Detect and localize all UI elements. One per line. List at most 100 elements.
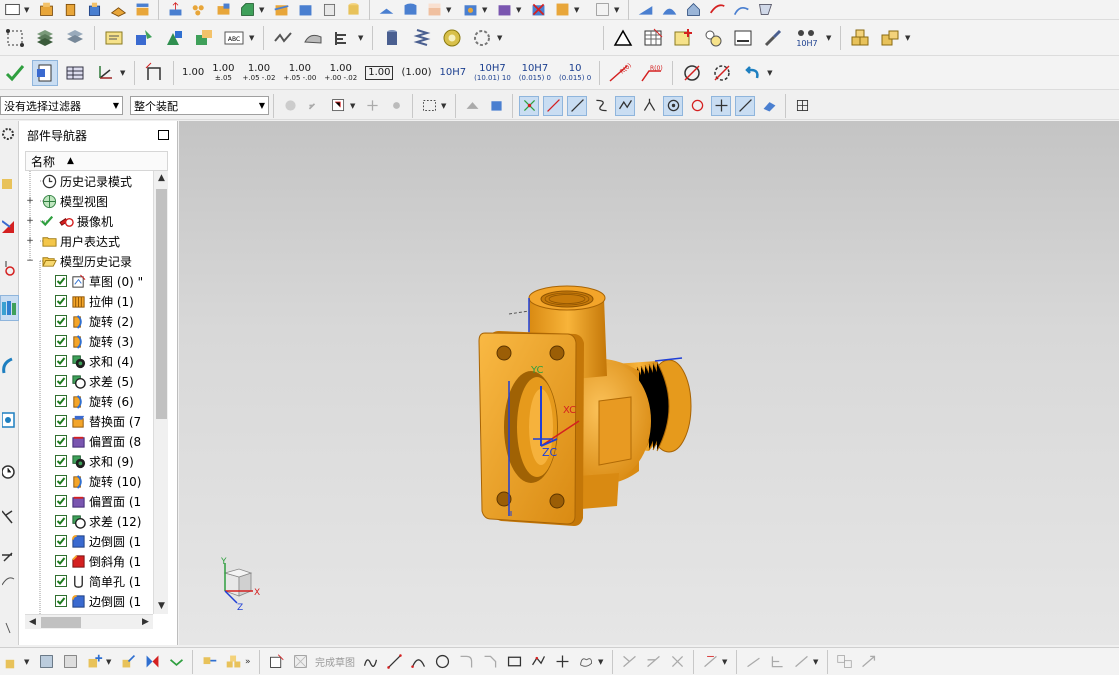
exploded-view-icon[interactable] [199, 652, 219, 672]
component-icon[interactable] [2, 652, 22, 672]
undo-arrow-icon[interactable] [739, 60, 765, 86]
dim-style-tolerance-only[interactable]: 10 (0.015) 0 [559, 63, 591, 82]
feature-checkbox[interactable] [55, 495, 67, 507]
tree-row[interactable]: 旋转 (6) [55, 391, 153, 411]
center-mark-icon[interactable] [330, 25, 356, 51]
auto-constrain-icon[interactable] [791, 652, 811, 672]
scroll-thumb[interactable] [156, 189, 167, 419]
tree-row[interactable]: + 摄像机 [25, 211, 153, 231]
snap-face-icon[interactable] [759, 96, 779, 116]
fillet-icon[interactable] [456, 652, 476, 672]
feature-checkbox[interactable] [55, 295, 67, 307]
dim-style-4[interactable]: 1.00 +.00 -.02 [324, 63, 357, 82]
wave-link-icon[interactable] [60, 652, 80, 672]
chamfer-sketch-icon[interactable] [480, 652, 500, 672]
snap-off-icon[interactable] [362, 96, 382, 116]
select-box-icon[interactable] [328, 96, 348, 116]
offset-surface-icon[interactable] [400, 0, 420, 20]
cube-feature-icon[interactable] [84, 0, 104, 20]
swoosh-surface-icon[interactable] [707, 0, 727, 20]
studio-spline-icon[interactable] [576, 652, 596, 672]
brush-icon[interactable] [760, 25, 786, 51]
dropdown-caret[interactable]: ▼ [767, 69, 775, 77]
diameter-icon[interactable] [679, 60, 705, 86]
sew-icon[interactable] [319, 0, 339, 20]
layer-settings-icon[interactable] [62, 25, 88, 51]
feature-control-frame-icon[interactable] [131, 25, 157, 51]
tree-row[interactable]: 历史记录模式 [25, 171, 153, 191]
more-features-icon[interactable] [592, 0, 612, 20]
tree-row[interactable]: 偏置面 (8 [55, 431, 153, 451]
dim-style-fit[interactable]: 10H7 [440, 67, 467, 78]
dropdown-caret[interactable]: ▼ [106, 658, 114, 666]
cylinder-stack-icon[interactable] [379, 25, 405, 51]
dropdown-caret[interactable]: ▼ [441, 102, 449, 110]
dropdown-caret[interactable]: ▼ [574, 6, 582, 14]
dim-style-3[interactable]: 1.00 +.05 -.00 [283, 63, 316, 82]
thicken-icon[interactable] [376, 0, 396, 20]
snap-point-on-curve-icon[interactable] [735, 95, 755, 116]
tree-row[interactable]: 偏置面 (1 [55, 491, 153, 511]
column-header-name[interactable]: 名称 ▲ [25, 151, 168, 171]
feature-checkbox[interactable] [55, 535, 67, 547]
snap-curve-icon[interactable] [591, 96, 611, 116]
snap-control-point-icon[interactable] [615, 95, 635, 116]
dropdown-caret[interactable]: ▼ [350, 102, 358, 110]
expand-toggle-icon[interactable]: − [25, 256, 35, 266]
snap-intersection-icon[interactable] [639, 96, 659, 116]
fit-tolerance-icon[interactable]: 10H7 [790, 25, 824, 51]
scroll-up-icon[interactable]: ▲ [154, 171, 169, 186]
feature-checkbox[interactable] [55, 435, 67, 447]
selection-scope-select[interactable]: 整个装配 ▼ [130, 96, 269, 115]
extract-geometry-icon[interactable] [165, 0, 185, 20]
dropdown-caret[interactable]: ▼ [813, 658, 821, 666]
trim-body-icon[interactable] [271, 0, 291, 20]
snap-lock-icon[interactable] [386, 96, 406, 116]
sweep-feature-icon[interactable] [108, 0, 128, 20]
split-body-icon[interactable] [295, 0, 315, 20]
feature-checkbox[interactable] [55, 375, 67, 387]
feature-checkbox[interactable] [55, 395, 67, 407]
copy-face-icon[interactable] [552, 0, 572, 20]
dropdown-caret[interactable]: ▼ [482, 6, 490, 14]
snap-quadrant-icon[interactable] [687, 96, 707, 116]
navigator-vertical-scrollbar[interactable]: ▲ ▼ [153, 171, 168, 614]
scroll-down-icon[interactable]: ▼ [154, 599, 169, 614]
feature-checkbox[interactable] [55, 555, 67, 567]
text-abc-icon[interactable]: ABC [221, 25, 247, 51]
tree-row[interactable]: 旋转 (3) [55, 331, 153, 351]
feature-checkbox[interactable] [55, 575, 67, 587]
feature-checkbox[interactable] [55, 595, 67, 607]
insert-symbol-icon[interactable] [670, 25, 696, 51]
layer-stack-icon[interactable] [32, 25, 58, 51]
tree-row[interactable]: 旋转 (10) [55, 471, 153, 491]
reuse-library-icon[interactable] [0, 295, 19, 321]
part-navigator-icon[interactable] [0, 255, 19, 281]
gear-icon[interactable] [0, 121, 19, 147]
tree-row[interactable]: 求和 (4) [55, 351, 153, 371]
snap-line-icon[interactable] [543, 95, 563, 116]
graphics-window[interactable]: YC XC ZC Y X Z [179, 121, 1119, 645]
tree-row[interactable]: 倒斜角 (1 [55, 551, 153, 571]
tree-row[interactable]: − 模型历史记录 [25, 251, 153, 271]
assembly-constraint-icon[interactable] [142, 652, 162, 672]
system-materials-icon[interactable] [0, 503, 19, 529]
mirror-feature-icon[interactable] [213, 0, 233, 20]
emboss-icon[interactable] [494, 0, 514, 20]
rectangle-select-icon[interactable] [419, 96, 439, 116]
line-icon[interactable] [384, 652, 404, 672]
face-select-icon[interactable] [462, 96, 482, 116]
component-array-icon[interactable] [223, 652, 243, 672]
dropdown-caret[interactable]: ▼ [24, 6, 32, 14]
nsided-surface-icon[interactable] [755, 0, 775, 20]
process-studio-icon[interactable] [0, 545, 19, 571]
role-palette-icon[interactable] [0, 569, 19, 595]
pattern-feature-icon[interactable] [189, 0, 209, 20]
tree-row[interactable]: 替换面 (7 [55, 411, 153, 431]
expand-toggle-icon[interactable]: + [25, 216, 35, 226]
spring-icon[interactable] [409, 25, 435, 51]
visible-check-icon[interactable] [39, 213, 55, 229]
surface-patch-icon[interactable] [424, 0, 444, 20]
rapid-dimension-icon[interactable] [141, 60, 167, 86]
dropdown-caret[interactable]: ▼ [120, 69, 128, 77]
